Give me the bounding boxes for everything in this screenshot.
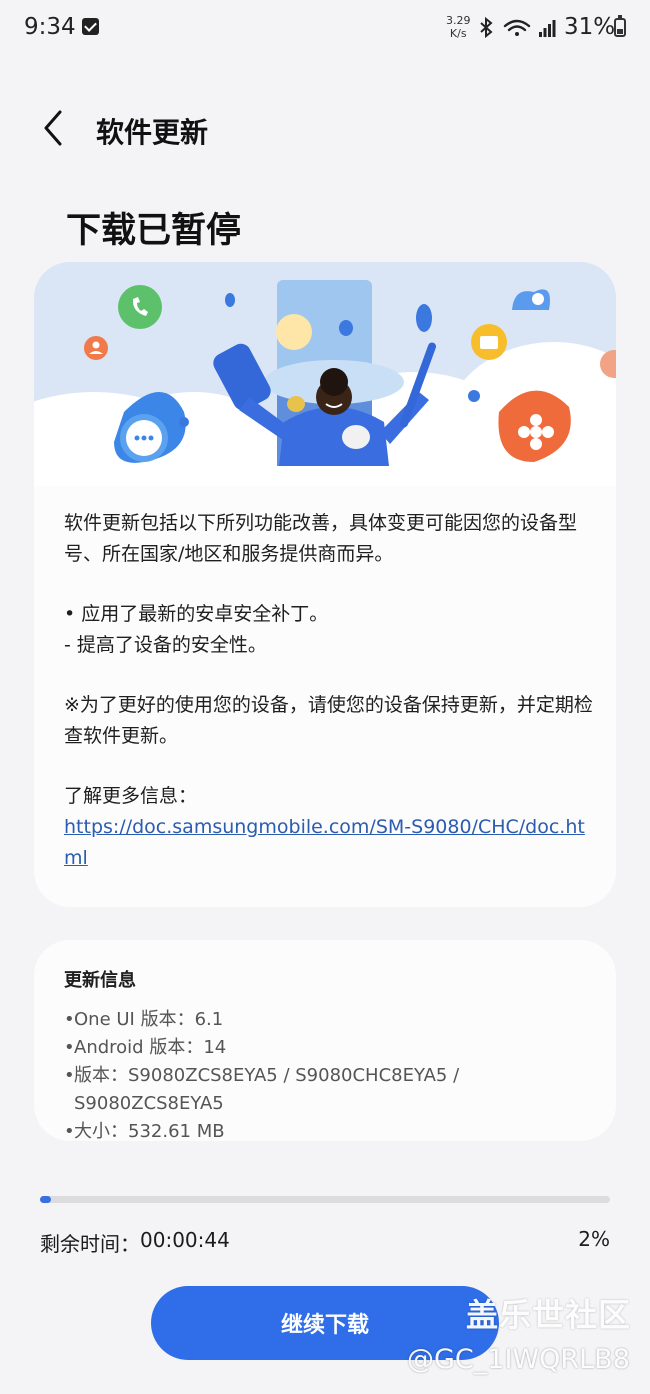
page-title: 下载已暂停 — [66, 211, 242, 251]
back-arrow-icon — [44, 110, 62, 146]
watermark-community: 盖乐世社区 — [466, 1296, 632, 1334]
back-button[interactable] — [36, 106, 76, 150]
release-notes-notice: ※为了更好的使用您的设备，请使您的设备保持更新，并定期检查软件更新。 — [64, 694, 593, 747]
release-notes-sub-bullet: - 提高了设备的安全性。 — [64, 634, 267, 656]
update-info-title: 更新信息 — [64, 970, 136, 991]
remaining-time-value: 00:00:44 — [140, 1228, 230, 1252]
download-progress-bar — [40, 1196, 610, 1203]
more-info-link[interactable]: https://doc.samsungmobile.com/SM-S9080/C… — [64, 816, 585, 869]
battery-level — [617, 29, 623, 34]
update-info-build: 版本：S9080ZCS8EYA5 / S9080CHC8EYA5 / S9080… — [74, 1065, 460, 1114]
update-info-list: • One UI 版本：6.1 • Android 版本：14 • 版本：S9080Z… — [64, 1006, 604, 1141]
checkbox-notification-icon — [82, 18, 99, 35]
download-percent: 2% — [578, 1227, 610, 1251]
watermark-user-id: @GC_1IWQRLB8 — [407, 1344, 630, 1375]
update-info-size: 大小：532.61 MB — [74, 1121, 225, 1141]
battery-icon — [614, 15, 626, 37]
status-bar: 9:34 3.29 K/s 31% — [0, 0, 650, 56]
more-info-label: 了解更多信息： — [64, 785, 198, 807]
update-info-item: • 版本：S9080ZCS8EYA5 / S9080CHC8EYA5 / S908… — [64, 1062, 604, 1118]
update-info-item: • One UI 版本：6.1 — [64, 1006, 604, 1034]
release-notes-bullet: • 应用了最新的安卓安全补丁。 — [64, 603, 329, 625]
signal-icon — [539, 20, 556, 37]
update-info-item: • Android 版本：14 — [64, 1034, 604, 1062]
download-progress-fill — [40, 1196, 52, 1203]
update-info-android: Android 版本：14 — [74, 1037, 227, 1058]
update-info-card: 更新信息 • One UI 版本：6.1 • Android 版本：14 • 版本：S… — [34, 940, 616, 1141]
update-info-oneui: One UI 版本：6.1 — [74, 1009, 224, 1030]
hero-illustration — [34, 262, 616, 486]
status-time: 9:34 — [24, 14, 76, 40]
header-title: 软件更新 — [96, 116, 209, 149]
status-icons — [480, 16, 556, 39]
network-speed-value: 3.29 — [446, 14, 471, 27]
phone-call-icon — [118, 285, 162, 329]
network-speed-unit: K/s — [449, 27, 467, 40]
folder-icon — [471, 324, 507, 360]
release-notes-intro: 软件更新包括以下所列功能改善，具体变更可能因您的设备型号、所在国家/地区和服务提… — [64, 512, 578, 565]
wifi-icon — [503, 19, 531, 36]
battery-percent: 31% — [564, 14, 616, 40]
release-notes-text: 软件更新包括以下所列功能改善，具体变更可能因您的设备型号、所在国家/地区和服务提… — [64, 508, 594, 874]
release-notes-card: 软件更新包括以下所列功能改善，具体变更可能因您的设备型号、所在国家/地区和服务提… — [34, 262, 616, 907]
remaining-time-label: 剩余时间： — [40, 1232, 140, 1256]
bluetooth-icon — [480, 16, 493, 39]
contact-icon — [84, 336, 108, 360]
update-info-item: • 大小：532.61 MB — [64, 1118, 604, 1141]
network-speed: 3.29 K/s — [446, 14, 471, 40]
